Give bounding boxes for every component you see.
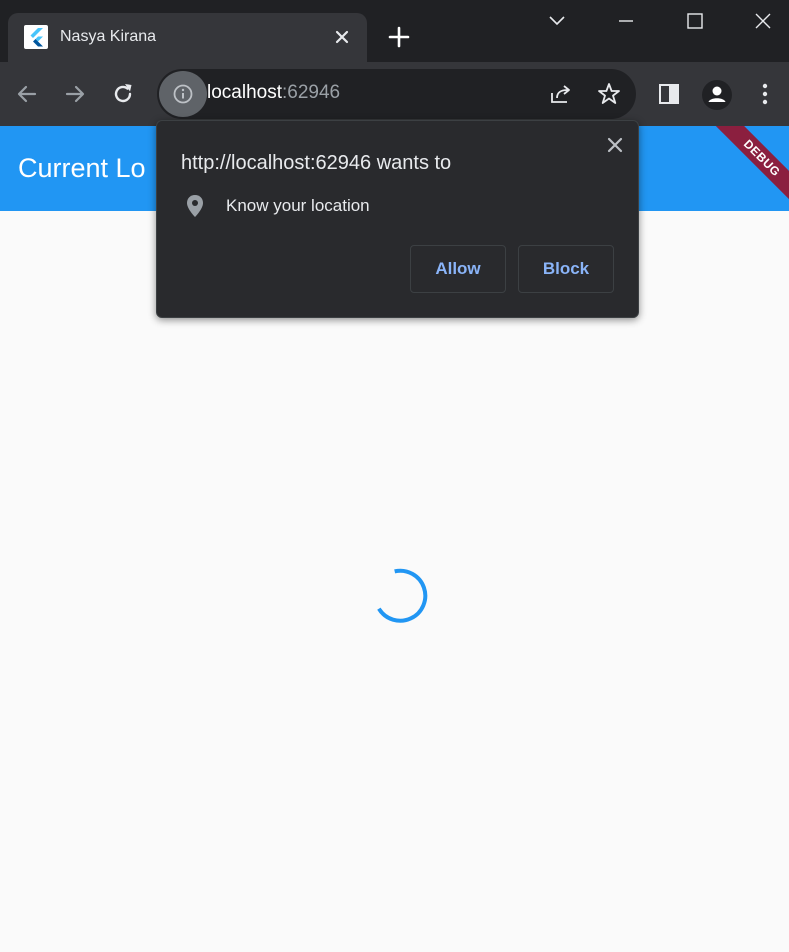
debug-banner: DEBUG (712, 126, 789, 208)
active-tab[interactable]: Nasya Kirana (8, 13, 367, 62)
location-pin-icon (185, 194, 205, 218)
tab-close-icon[interactable] (330, 25, 354, 49)
close-icon[interactable] (750, 8, 776, 34)
site-info-icon (173, 84, 193, 104)
url-text[interactable]: localhost:62946 (207, 82, 340, 104)
url-host: localhost (207, 82, 282, 103)
profile-icon[interactable] (702, 80, 732, 110)
new-tab-icon[interactable] (386, 24, 412, 50)
location-permission-dialog: http://localhost:62946 wants to Know you… (156, 120, 639, 318)
side-panel-icon[interactable] (656, 81, 682, 107)
block-button[interactable]: Block (518, 245, 614, 293)
bookmark-star-icon[interactable] (596, 81, 622, 107)
permission-title: http://localhost:62946 wants to (181, 152, 452, 174)
browser-window: Nasya Kirana localhost:62946 Current Lo … (0, 0, 789, 952)
site-info-button[interactable] (159, 71, 207, 117)
maximize-icon[interactable] (682, 8, 708, 34)
share-icon[interactable] (548, 81, 574, 107)
tab-title: Nasya Kirana (60, 28, 157, 45)
allow-button[interactable]: Allow (410, 245, 506, 293)
reload-icon[interactable] (110, 81, 136, 107)
menu-icon[interactable] (752, 81, 778, 107)
loading-spinner (369, 566, 429, 631)
flutter-logo-icon (24, 25, 48, 49)
forward-icon[interactable] (62, 81, 88, 107)
dialog-close-icon[interactable] (604, 134, 626, 156)
browser-toolbar: localhost:62946 (0, 62, 789, 126)
back-icon[interactable] (14, 81, 40, 107)
minimize-icon[interactable] (613, 8, 639, 34)
tab-strip: Nasya Kirana (0, 0, 789, 62)
address-bar[interactable]: localhost:62946 (157, 69, 636, 119)
tab-search-icon[interactable] (544, 8, 570, 34)
page-title: Current Lo (18, 153, 146, 183)
permission-request-text: Know your location (226, 196, 370, 215)
url-port: :62946 (282, 82, 341, 103)
